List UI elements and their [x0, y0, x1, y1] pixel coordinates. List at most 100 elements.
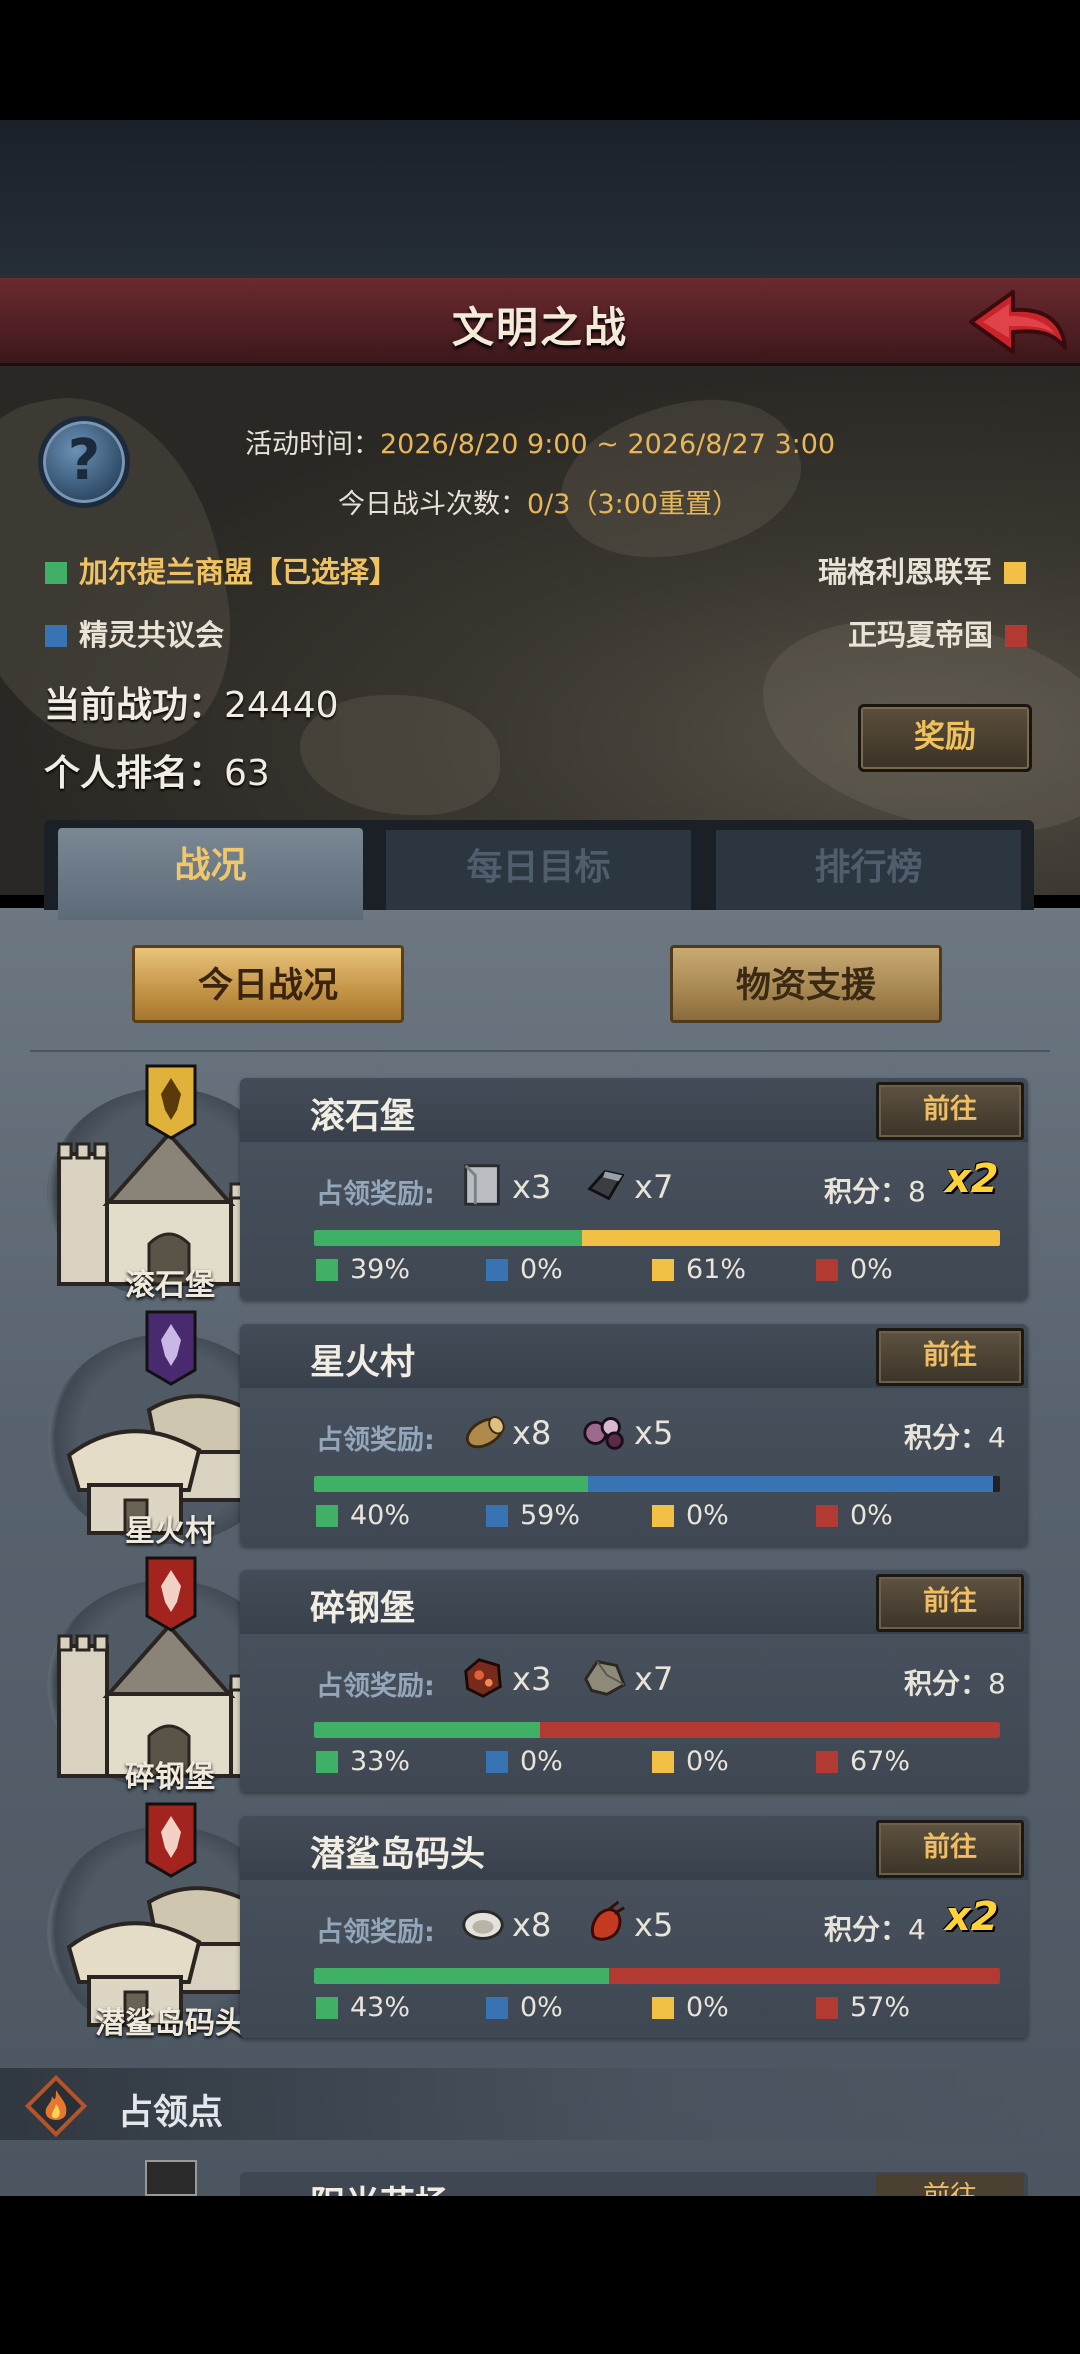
flame-icon — [24, 2074, 88, 2138]
iron-ingot-icon — [587, 1169, 625, 1201]
tab-leaderboard[interactable]: 排行榜 — [716, 830, 1021, 910]
occupy-reward-label: 占领奖励: — [316, 1671, 435, 1702]
faction-color-square — [652, 1997, 674, 2019]
faction-name: 正玛夏帝国 — [848, 618, 994, 652]
page-title: 文明之战 — [451, 303, 628, 352]
location-name: 潜鲨岛码头 — [310, 1835, 486, 1875]
merit-value: 24440 — [224, 685, 339, 726]
go-button[interactable]: 前往 — [876, 1328, 1024, 1386]
percent-value: 57% — [850, 1992, 911, 2023]
faction-red: 正玛夏帝国 — [848, 612, 1028, 654]
tab-bar: 战况 每日目标 排行榜 — [44, 820, 1034, 920]
score: 积分：8 — [904, 1662, 1006, 1702]
occupation-bar — [314, 1722, 1000, 1738]
score-value: 8 — [908, 1175, 926, 1208]
rank-label: 个人排名： — [44, 753, 225, 794]
tab-battle-status[interactable]: 战况 — [58, 828, 363, 920]
section-header: 占领点 — [0, 2068, 1080, 2140]
percent-value: 0% — [520, 1992, 563, 2023]
go-button[interactable]: 前往 — [876, 2174, 1024, 2196]
percent-yellow: 0% — [652, 1992, 729, 2023]
faction-name: 加尔提兰商盟【已选择】 — [79, 555, 399, 589]
today-status-button[interactable]: 今日战况 — [132, 945, 404, 1023]
location-card: 滚石堡 前往 占领奖励: x3 x7 积分：8 x2 39% 0% 61% 0% — [240, 1078, 1028, 1300]
occupation-segment-blue — [588, 1476, 994, 1492]
occupation-segment-green — [314, 1476, 589, 1492]
percent-blue: 0% — [486, 1254, 563, 1285]
faction-name: 精灵共议会 — [79, 618, 225, 652]
location-name: 碎钢堡 — [310, 1589, 416, 1629]
score: 积分：4 — [904, 1416, 1006, 1456]
faction-color-square — [45, 562, 67, 584]
location-card-partial[interactable]: 阳光花场 前往 — [240, 2172, 1028, 2196]
location-card: 碎钢堡 前往 占领奖励: x3 x7 积分：8 33% 0% 0% 67% — [240, 1570, 1028, 1792]
occupation-segment-red — [608, 1968, 1000, 1984]
occupation-segment-green — [314, 1968, 609, 1984]
event-time: 活动时间：2026/8/20 9:00 ~ 2026/8/27 3:00 — [245, 422, 835, 461]
go-button[interactable]: 前往 — [876, 1574, 1024, 1632]
location-card: 潜鲨岛码头 前往 占领奖励: x8 x5 积分：4 x2 43% 0% 0% 57% — [240, 1816, 1028, 2038]
status-bar-area — [0, 0, 1080, 120]
percent-green: 43% — [316, 1992, 410, 2023]
percent-green: 33% — [316, 1746, 410, 1777]
occupation-segment-red — [540, 1722, 1000, 1738]
occupation-segment-yellow — [581, 1230, 1000, 1246]
go-button[interactable]: 前往 — [876, 1820, 1024, 1878]
faction-color-square — [45, 625, 67, 647]
navigation-bar-area — [0, 2196, 1080, 2354]
percent-value: 0% — [850, 1254, 893, 1285]
faction-color-square — [652, 1505, 674, 1527]
occupy-reward-label: 占领奖励: — [316, 1917, 435, 1948]
percent-red: 0% — [816, 1254, 893, 1285]
percent-value: 61% — [686, 1254, 747, 1285]
faction-color-square — [486, 1751, 508, 1773]
faction-color-square — [816, 1505, 838, 1527]
score-label: 积分： — [824, 1913, 909, 1946]
score-label: 积分： — [904, 1421, 989, 1454]
reward-count: x7 — [634, 1660, 674, 1698]
percent-blue: 59% — [486, 1500, 580, 1531]
faction-yellow: 瑞格利恩联军 — [818, 549, 1027, 591]
faction-color-square — [486, 1997, 508, 2019]
faction-color-square — [316, 1997, 338, 2019]
stone-ore-icon — [584, 1660, 627, 1696]
percent-blue: 0% — [486, 1992, 563, 2023]
back-arrow-icon[interactable] — [965, 286, 1069, 362]
go-button[interactable]: 前往 — [876, 1082, 1024, 1140]
divider — [30, 1050, 1050, 1052]
percent-yellow: 61% — [652, 1254, 746, 1285]
percent-green: 40% — [316, 1500, 410, 1531]
percent-value: 0% — [686, 1746, 729, 1777]
percent-green: 39% — [316, 1254, 410, 1285]
battle-count-label: 今日战斗次数： — [338, 489, 527, 520]
faction-blue: 精灵共议会 — [45, 612, 224, 654]
percent-value: 0% — [850, 1500, 893, 1531]
reward-count: x7 — [634, 1168, 674, 1206]
score: 积分：8 — [824, 1170, 926, 1210]
reward-count: x3 — [512, 1660, 552, 1698]
help-icon[interactable]: ? — [38, 416, 130, 508]
faction-name: 瑞格利恩联军 — [818, 555, 993, 589]
reward-count: x5 — [634, 1906, 674, 1944]
copper-ore-icon — [464, 1658, 502, 1698]
location-name: 星火村 — [310, 1343, 416, 1383]
score-value: 4 — [908, 1913, 926, 1946]
tab-daily-goals[interactable]: 每日目标 — [386, 830, 691, 910]
percent-value: 0% — [520, 1746, 563, 1777]
location-name: 滚石堡 — [310, 1097, 416, 1137]
faction-color-square — [1005, 625, 1028, 647]
score-label: 积分： — [824, 1175, 909, 1208]
reward-button[interactable]: 奖励 — [858, 704, 1032, 772]
faction-banner-icon — [145, 1556, 197, 1632]
title-bar: 文明之战 — [0, 278, 1080, 366]
percent-value: 0% — [686, 1500, 729, 1531]
percent-yellow: 0% — [652, 1500, 729, 1531]
wood-log-icon — [465, 1416, 505, 1449]
faction-green: 加尔提兰商盟【已选择】 — [45, 549, 398, 591]
faction-color-square — [316, 1259, 338, 1281]
percent-value: 40% — [350, 1500, 411, 1531]
occupation-segment-green — [314, 1722, 541, 1738]
battle-count-value: 0/3（3:00重置） — [527, 489, 740, 520]
supply-support-button[interactable]: 物资支援 — [670, 945, 942, 1023]
score-value: 8 — [988, 1667, 1006, 1700]
